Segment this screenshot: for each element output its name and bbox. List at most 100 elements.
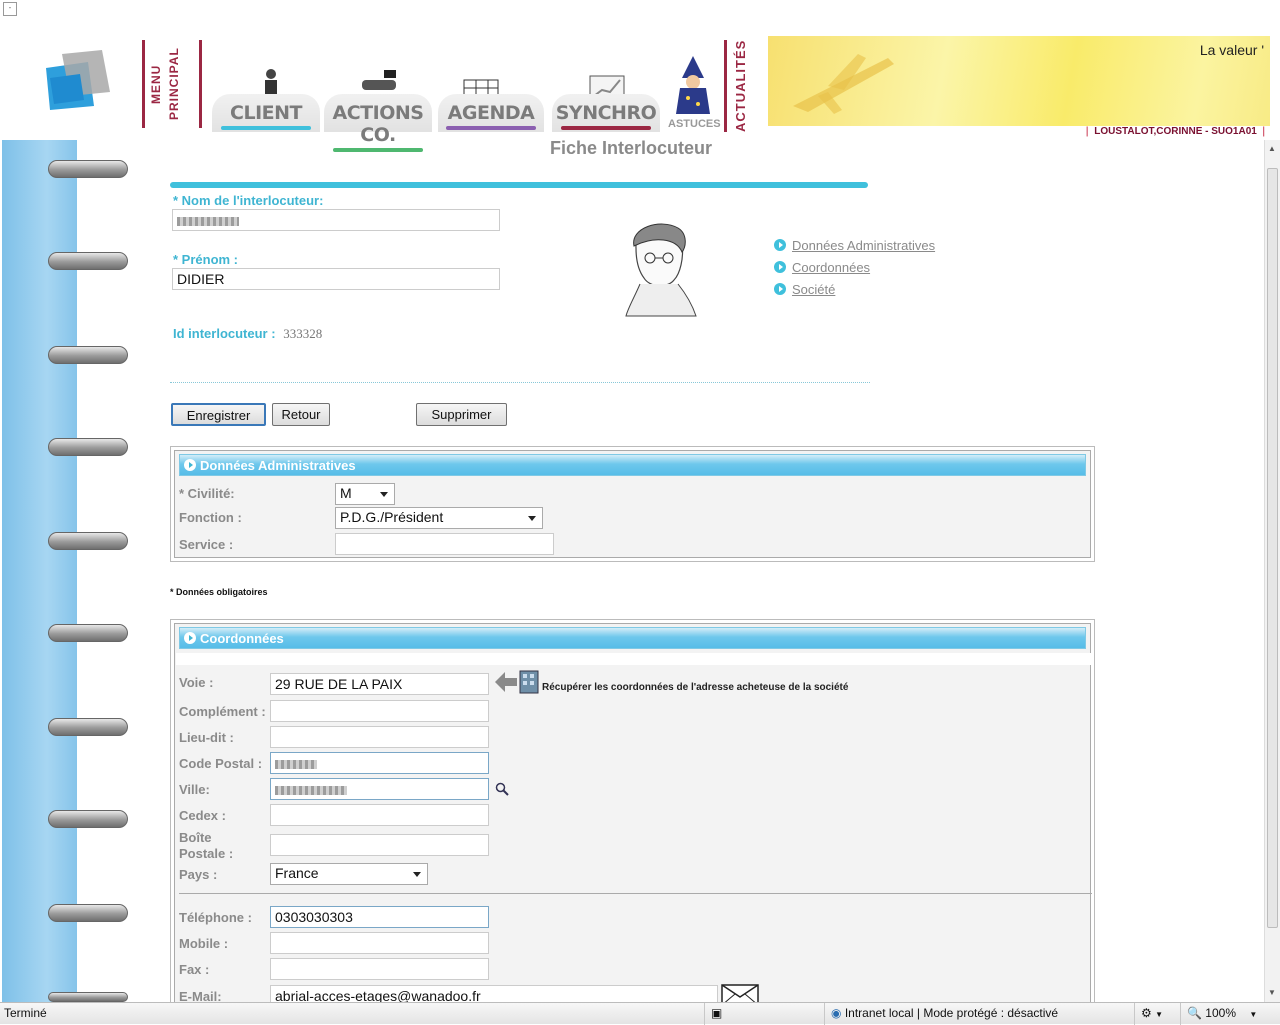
chevron-down-icon bbox=[413, 872, 421, 877]
fetch-address-icon[interactable] bbox=[493, 668, 541, 696]
lieudit-input[interactable] bbox=[270, 726, 489, 748]
airplane-icon bbox=[793, 54, 894, 114]
cedex-input[interactable] bbox=[270, 804, 489, 826]
code-postal-redacted bbox=[275, 760, 317, 769]
section-bullet-icon bbox=[184, 632, 196, 644]
coords-section-inner: Coordonnées Voie : 29 RUE DE LA PAIX Réc… bbox=[174, 623, 1092, 1007]
ville-input[interactable] bbox=[270, 778, 489, 800]
link-bullet-icon bbox=[774, 261, 786, 273]
scroll-down-icon[interactable]: ▼ bbox=[1268, 988, 1276, 997]
admin-section: Données Administratives * Civilité: M Fo… bbox=[170, 446, 1095, 562]
chevron-down-icon bbox=[528, 516, 536, 521]
spiral-ring bbox=[48, 160, 128, 178]
handshake-logo-icon[interactable] bbox=[40, 48, 116, 118]
spiral-ring bbox=[48, 992, 128, 1002]
service-input[interactable] bbox=[335, 533, 554, 555]
security-zone[interactable]: ◉ Intranet local | Mode protégé : désact… bbox=[824, 1003, 1134, 1025]
mobile-input[interactable] bbox=[270, 932, 489, 954]
news-banner: La valeur ' bbox=[768, 36, 1270, 126]
telephone-input[interactable]: 0303030303 bbox=[270, 906, 489, 928]
window-corner-icon: - bbox=[3, 2, 17, 16]
delete-button[interactable]: Supprimer bbox=[416, 403, 507, 426]
admin-section-header[interactable]: Données Administratives bbox=[179, 454, 1086, 476]
prenom-input[interactable]: DIDIER bbox=[172, 268, 500, 290]
coords-section: Coordonnées Voie : 29 RUE DE LA PAIX Réc… bbox=[170, 619, 1095, 1009]
tab-client[interactable]: CLIENT bbox=[212, 94, 320, 132]
lieudit-label: Lieu-dit : bbox=[179, 730, 234, 745]
tab-actions-co-underline bbox=[332, 148, 424, 152]
tab-client-label: CLIENT bbox=[230, 102, 302, 124]
actualites-button[interactable]: ACTUALITÉS bbox=[724, 40, 754, 132]
tab-client-underline bbox=[220, 126, 312, 130]
link-societe[interactable]: Société bbox=[774, 282, 835, 297]
nom-input[interactable] bbox=[172, 209, 500, 231]
fax-input[interactable] bbox=[270, 958, 489, 980]
tab-agenda-label: AGENDA bbox=[447, 102, 535, 124]
link-bullet-icon bbox=[774, 239, 786, 251]
status-page-icon: ▣ bbox=[704, 1003, 730, 1025]
back-button[interactable]: Retour bbox=[272, 403, 330, 426]
fonction-value: P.D.G./Président bbox=[340, 509, 444, 525]
spiral-ring bbox=[48, 438, 128, 456]
coords-section-header[interactable]: Coordonnées bbox=[179, 627, 1086, 649]
civilite-select[interactable]: M bbox=[335, 483, 395, 505]
link-donnees-administratives-label: Données Administratives bbox=[792, 238, 936, 253]
link-donnees-administratives[interactable]: Données Administratives bbox=[774, 238, 935, 253]
current-user: ❘ LOUSTALOT,CORINNE - SUO1A01 ❘ bbox=[1083, 126, 1268, 137]
id-label: Id interlocuteur : bbox=[173, 326, 276, 341]
civilite-label: * Civilité: bbox=[179, 486, 235, 501]
ville-label: Ville: bbox=[179, 782, 210, 797]
spiral-ring bbox=[48, 810, 128, 828]
astuces-label: ASTUCES bbox=[668, 118, 721, 130]
tab-synchro-label: SYNCHRO bbox=[555, 102, 657, 124]
security-zone-text: Intranet local | Mode protégé : désactiv… bbox=[844, 1006, 1059, 1020]
fax-label: Fax : bbox=[179, 962, 210, 977]
link-coordonnees[interactable]: Coordonnées bbox=[774, 260, 870, 275]
admin-section-title: Données Administratives bbox=[200, 458, 356, 473]
id-interlocuteur: Id interlocuteur : 333328 bbox=[173, 326, 322, 342]
current-user-text: LOUSTALOT,CORINNE - SUO1A01 bbox=[1094, 126, 1257, 137]
actualites-label: ACTUALITÉS bbox=[733, 39, 748, 132]
save-button[interactable]: Enregistrer bbox=[171, 403, 266, 426]
page-title: Fiche Interlocuteur bbox=[550, 138, 713, 158]
status-text: Terminé bbox=[4, 1006, 47, 1020]
link-coordonnees-label: Coordonnées bbox=[792, 260, 871, 275]
tab-agenda[interactable]: AGENDA bbox=[438, 94, 544, 132]
chevron-down-icon bbox=[380, 492, 388, 497]
fetch-address-text[interactable]: Récupérer les coordonnées de l'adresse a… bbox=[542, 682, 848, 693]
menu-principal-button[interactable]: MENU PRINCIPAL bbox=[142, 40, 202, 128]
ville-redacted bbox=[275, 786, 347, 795]
chevron-down-icon: ▼ bbox=[1249, 1010, 1258, 1019]
tab-synchro[interactable]: SYNCHRO bbox=[552, 94, 660, 132]
banner-text: La valeur ' bbox=[1199, 42, 1264, 58]
spiral-ring bbox=[48, 532, 128, 550]
astuces-button[interactable]: ASTUCES bbox=[668, 56, 721, 130]
voie-label: Voie : bbox=[179, 675, 214, 690]
link-bullet-icon bbox=[774, 283, 786, 295]
protected-mode-icon[interactable]: ⚙ ▼ bbox=[1134, 1003, 1180, 1025]
voie-input[interactable]: 29 RUE DE LA PAIX bbox=[270, 673, 489, 695]
coords-section-title: Coordonnées bbox=[200, 631, 284, 646]
coords-separator bbox=[179, 893, 1092, 894]
fonction-label: Fonction : bbox=[179, 510, 242, 525]
separator bbox=[170, 382, 870, 383]
scroll-up-icon[interactable]: ▲ bbox=[1268, 144, 1276, 153]
nom-label: * Nom de l'interlocuteur: bbox=[173, 193, 324, 208]
complement-input[interactable] bbox=[270, 700, 489, 722]
pays-select[interactable]: France bbox=[270, 863, 428, 885]
main-nav-tabs: CLIENT ACTIONS CO. AGENDA SYNCHRO bbox=[208, 60, 668, 152]
scroll-thumb[interactable] bbox=[1267, 168, 1278, 928]
spiral-ring bbox=[48, 718, 128, 736]
fonction-select[interactable]: P.D.G./Président bbox=[335, 507, 543, 529]
search-icon[interactable] bbox=[495, 782, 509, 796]
spiral-ring bbox=[48, 904, 128, 922]
code-postal-input[interactable] bbox=[270, 752, 489, 774]
prenom-label: * Prénom : bbox=[173, 252, 239, 267]
wizard-icon bbox=[676, 56, 710, 114]
boite-postale-input[interactable] bbox=[270, 834, 489, 856]
zoom-control[interactable]: 🔍 100% ▼ bbox=[1180, 1003, 1264, 1025]
menu-label-line2: PRINCIPAL bbox=[167, 47, 181, 121]
contact-portrait-icon bbox=[625, 223, 697, 317]
tab-actions-co[interactable]: ACTIONS CO. bbox=[324, 94, 432, 152]
vertical-scrollbar[interactable]: ▲ ▼ bbox=[1264, 140, 1280, 1002]
